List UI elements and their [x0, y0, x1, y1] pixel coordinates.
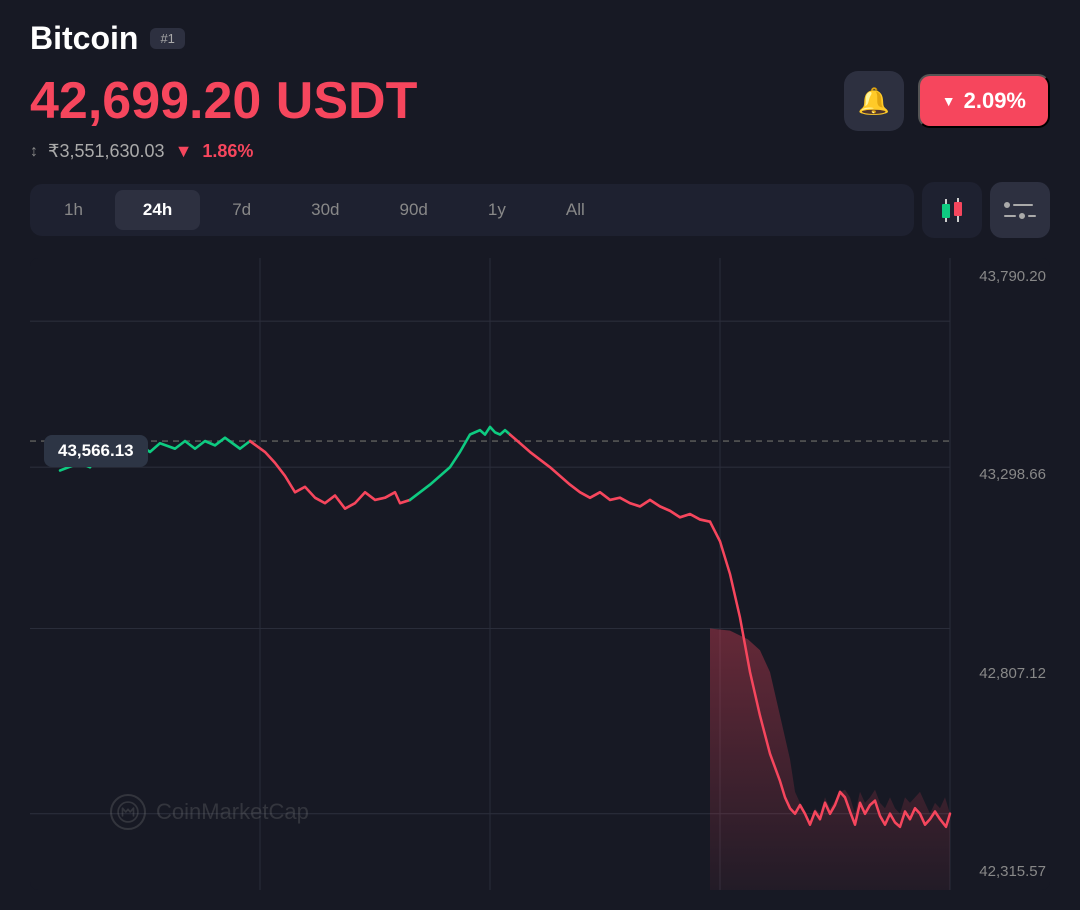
- price-row: 42,699.20 USDT 🔔 ▼ 2.09%: [30, 71, 1050, 131]
- alert-button[interactable]: 🔔: [844, 71, 904, 131]
- cmc-logo-svg: [117, 801, 139, 823]
- tab-90d[interactable]: 90d: [372, 190, 456, 230]
- wick-top-green: [945, 199, 947, 204]
- current-price: 42,699.20 USDT: [30, 71, 417, 131]
- sliders-icon: [1004, 202, 1036, 219]
- price-actions: 🔔 ▼ 2.09%: [844, 71, 1050, 131]
- candle-body-green: [942, 204, 950, 218]
- down-triangle-icon: ▼: [175, 141, 193, 162]
- change-badge-button[interactable]: ▼ 2.09%: [918, 74, 1050, 128]
- tab-all[interactable]: All: [538, 190, 613, 230]
- down-arrow-icon: ▼: [942, 93, 956, 109]
- tab-24h[interactable]: 24h: [115, 190, 200, 230]
- change-percentage: 2.09%: [964, 88, 1026, 114]
- price-label-3: 42,807.12: [940, 665, 1050, 682]
- candle-body-red: [954, 202, 962, 216]
- timeframe-row: 1h 24h 7d 30d 90d 1y All: [30, 182, 1050, 238]
- chart-settings-button[interactable]: [990, 182, 1050, 238]
- hover-price-label: 43,566.13: [44, 435, 148, 467]
- candle-green: [942, 199, 950, 222]
- timeframe-tabs: 1h 24h 7d 30d 90d 1y All: [30, 184, 914, 236]
- price-label-2: 43,298.66: [940, 466, 1050, 483]
- wick-bottom-green: [945, 218, 947, 222]
- coinmarketcap-logo: [110, 794, 146, 830]
- slider-line-1: [1004, 202, 1036, 208]
- coin-name: Bitcoin: [30, 20, 138, 57]
- change-pct-24h: 1.86%: [202, 141, 253, 162]
- chart-container: 43,566.13 43,790.20 43,298.66 42,807.12 …: [30, 258, 1050, 890]
- tab-30d[interactable]: 30d: [283, 190, 367, 230]
- slider-track-2: [1004, 215, 1016, 217]
- arrows-icon: ↕: [30, 143, 38, 161]
- slider-track-3: [1028, 215, 1036, 217]
- price-labels-right: 43,790.20 43,298.66 42,807.12 42,315.57: [940, 258, 1050, 890]
- coin-header: Bitcoin #1: [30, 20, 1050, 57]
- secondary-price-row: ↕ ₹3,551,630.03 ▼ 1.86%: [30, 141, 1050, 162]
- inr-price: ₹3,551,630.03: [48, 141, 165, 162]
- price-label-top: 43,790.20: [940, 268, 1050, 285]
- slider-line-2: [1004, 213, 1036, 219]
- tab-1y[interactable]: 1y: [460, 190, 534, 230]
- app-container: Bitcoin #1 42,699.20 USDT 🔔 ▼ 2.09% ↕ ₹3…: [0, 0, 1080, 910]
- slider-track-1: [1013, 204, 1033, 206]
- wick-bottom-red: [957, 216, 959, 222]
- rank-badge: #1: [150, 28, 184, 49]
- tab-7d[interactable]: 7d: [204, 190, 279, 230]
- slider-dot-2: [1019, 213, 1025, 219]
- slider-dot-1: [1004, 202, 1010, 208]
- candle-red: [954, 198, 962, 222]
- chart-type-button[interactable]: [922, 182, 982, 238]
- candlestick-icon: [942, 198, 962, 222]
- watermark: CoinMarketCap: [110, 794, 309, 830]
- price-label-bottom: 42,315.57: [940, 863, 1050, 880]
- watermark-text: CoinMarketCap: [156, 799, 309, 825]
- tab-1h[interactable]: 1h: [36, 190, 111, 230]
- bell-icon: 🔔: [858, 86, 890, 117]
